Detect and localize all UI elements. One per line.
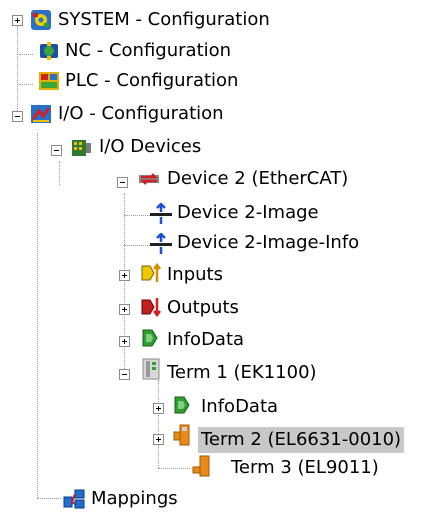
infodata-icon	[140, 327, 162, 349]
io-configuration-icon	[30, 103, 52, 125]
tree-item-inputs[interactable]: Inputs	[164, 262, 226, 288]
tree-item-term1[interactable]: Term 1 (EK1100)	[164, 360, 320, 386]
collapse-device2-button[interactable]	[117, 177, 128, 188]
collapse-io-button[interactable]	[12, 111, 23, 122]
collapse-io-devices-button[interactable]	[51, 145, 62, 156]
ethercat-device-icon	[138, 168, 160, 190]
tree-guide-line	[124, 215, 150, 216]
tree-item-system[interactable]: SYSTEM - Configuration	[55, 7, 273, 33]
end-terminal-icon	[190, 455, 212, 477]
outputs-icon	[140, 296, 162, 318]
tree-item-term1-infodata[interactable]: InfoData	[198, 394, 281, 420]
tree-item-device2[interactable]: Device 2 (EtherCAT)	[164, 166, 351, 192]
expand-term2-button[interactable]	[153, 434, 164, 445]
expand-term1-infodata-button[interactable]	[153, 403, 164, 414]
tree-item-mappings[interactable]: Mappings	[88, 486, 181, 512]
tree-guide-line	[37, 498, 61, 499]
process-image-info-icon	[150, 233, 172, 255]
nc-motor-icon	[38, 40, 60, 62]
io-devices-icon	[70, 137, 92, 159]
expand-inputs-button[interactable]	[119, 270, 130, 281]
tree-guide-line	[59, 161, 60, 185]
mappings-icon	[63, 488, 85, 510]
tree-item-outputs[interactable]: Outputs	[164, 295, 242, 321]
solution-tree: SYSTEM - Configuration NC - Configuratio…	[0, 0, 448, 513]
tree-item-io[interactable]: I/O - Configuration	[55, 101, 227, 127]
collapse-term1-button[interactable]	[119, 369, 130, 380]
tree-guide-line	[19, 84, 33, 85]
tree-guide-line	[19, 54, 33, 55]
expand-system-button[interactable]	[12, 15, 23, 26]
plc-icon	[38, 70, 60, 92]
tree-item-plc[interactable]: PLC - Configuration	[62, 68, 241, 94]
tree-item-nc[interactable]: NC - Configuration	[62, 38, 234, 64]
tree-guide-line	[158, 380, 159, 468]
tree-guide-line	[124, 193, 125, 379]
system-gear-icon	[30, 9, 52, 31]
process-image-icon	[150, 203, 172, 225]
tree-item-device2-image[interactable]: Device 2-Image	[174, 200, 322, 226]
tree-item-io-devices[interactable]: I/O Devices	[96, 134, 204, 160]
infodata-icon	[172, 394, 194, 416]
coupler-terminal-icon	[140, 358, 162, 380]
tree-guide-line	[37, 133, 38, 498]
tree-item-term3[interactable]: Term 3 (EL9011)	[228, 455, 382, 481]
terminal-icon	[172, 424, 194, 446]
tree-guide-line	[17, 21, 18, 121]
tree-item-device2-image-info[interactable]: Device 2-Image-Info	[174, 230, 362, 256]
expand-infodata-button[interactable]	[119, 336, 130, 347]
tree-item-infodata[interactable]: InfoData	[164, 327, 247, 353]
expand-outputs-button[interactable]	[119, 304, 130, 315]
tree-guide-line	[124, 245, 150, 246]
tree-item-term2[interactable]: Term 2 (EL6631-0010)	[198, 427, 405, 453]
inputs-icon	[140, 262, 162, 284]
tree-guide-line	[158, 468, 190, 469]
